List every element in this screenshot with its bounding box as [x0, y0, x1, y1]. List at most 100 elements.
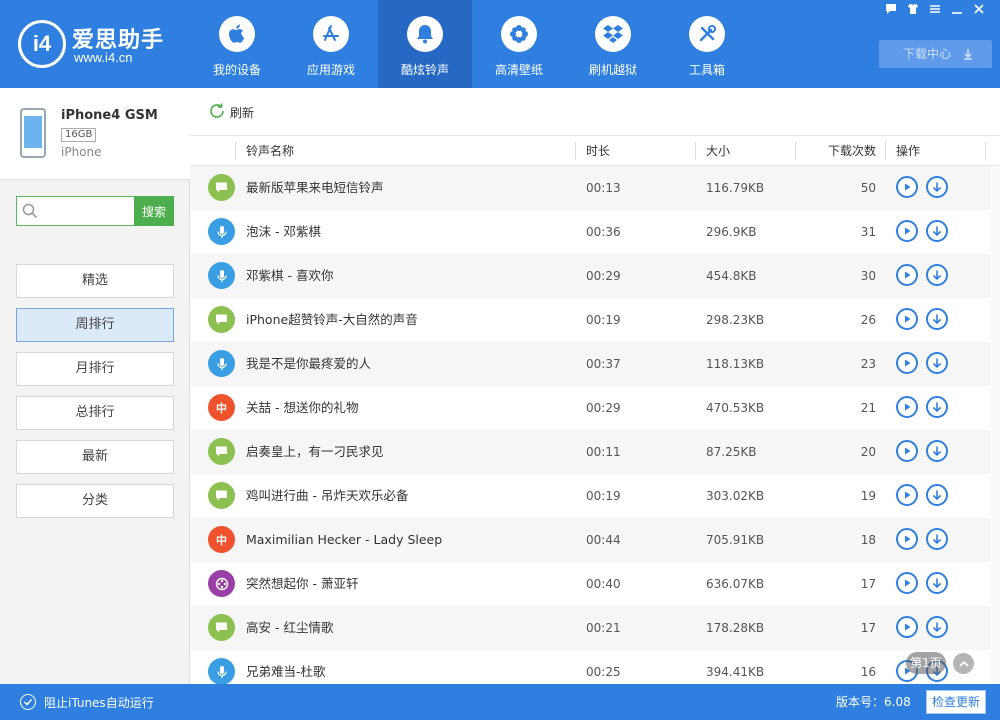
logo-mark: i4 — [18, 20, 66, 68]
ringtone-row[interactable]: 最新版苹果来电短信铃声 00:13 116.79KB 50 — [190, 166, 990, 210]
ringtone-row[interactable]: 中 Maximilian Hecker - Lady Sleep 00:44 705.… — [190, 518, 990, 562]
ringtone-row[interactable]: 邓紫棋 - 喜欢你 00:29 454.8KB 30 — [190, 254, 990, 298]
feedback-icon[interactable] — [882, 2, 900, 20]
minimize-icon[interactable] — [948, 2, 966, 20]
category-weekly[interactable]: 周排行 — [16, 308, 174, 342]
phone-icon — [20, 108, 46, 158]
play-icon — [905, 183, 911, 191]
nav-my-device[interactable]: 我的设备 — [190, 0, 284, 88]
column-actions: 操作 — [896, 144, 921, 158]
ringtone-size: 705.91KB — [706, 533, 765, 547]
sidebar: iPhone4 GSM 16GB iPhone 搜索 精选 周排行 月排行 总排… — [0, 88, 190, 684]
ringtone-downloads: 50 — [860, 181, 876, 195]
ringtone-downloads: 17 — [860, 577, 876, 591]
play-button[interactable] — [896, 528, 918, 550]
nav-toolbox[interactable]: 工具箱 — [660, 0, 754, 88]
ringtone-row[interactable]: 启奏皇上，有一刁民求见 00:11 87.25KB 20 — [190, 430, 990, 474]
download-button[interactable] — [926, 264, 948, 286]
ringtone-name: iPhone超赞铃声-大自然的声音 — [246, 312, 418, 327]
download-button[interactable] — [926, 616, 948, 638]
play-icon — [905, 227, 911, 235]
download-button[interactable] — [926, 308, 948, 330]
column-size[interactable]: 大小 — [706, 136, 730, 166]
scrollbar[interactable] — [990, 166, 1000, 684]
ringtone-duration: 00:36 — [586, 225, 621, 239]
ringtone-name: 泡沫 - 邓紫棋 — [246, 224, 321, 239]
device-capacity-badge: 16GB — [61, 128, 97, 142]
play-button[interactable] — [896, 440, 918, 462]
ringtone-downloads: 20 — [860, 445, 876, 459]
category-featured[interactable]: 精选 — [16, 264, 174, 298]
nav-label: 高清壁纸 — [494, 63, 543, 77]
download-button[interactable] — [926, 440, 948, 462]
nav-wallpapers[interactable]: 高清壁纸 — [472, 0, 566, 88]
play-button[interactable] — [896, 396, 918, 418]
apple-icon — [219, 16, 255, 52]
dropbox-icon — [595, 16, 631, 52]
download-button[interactable] — [926, 220, 948, 242]
nav-label: 工具箱 — [688, 63, 725, 77]
refresh-button[interactable]: 刷新 — [208, 102, 254, 123]
play-button[interactable] — [896, 484, 918, 506]
ringtone-size: 394.41KB — [706, 665, 765, 679]
play-button[interactable] — [896, 308, 918, 330]
refresh-label: 刷新 — [230, 106, 255, 120]
column-name[interactable]: 铃声名称 — [246, 136, 294, 166]
ringtone-duration: 00:11 — [586, 445, 621, 459]
download-button[interactable] — [926, 396, 948, 418]
skin-icon[interactable] — [904, 2, 922, 20]
ringtone-row[interactable]: iPhone超赞铃声-大自然的声音 00:19 298.23KB 26 — [190, 298, 990, 342]
column-duration[interactable]: 时长 — [586, 136, 610, 166]
play-button[interactable] — [896, 572, 918, 594]
download-center-button[interactable]: 下载中心 — [879, 40, 992, 68]
chevron-up-icon — [958, 660, 969, 667]
ringtone-downloads: 19 — [860, 489, 876, 503]
check-update-button[interactable]: 检查更新 — [926, 690, 986, 714]
play-icon — [905, 447, 911, 455]
ringtone-row[interactable]: 我是不是你最疼爱的人 00:37 118.13KB 23 — [190, 342, 990, 386]
device-model: iPhone — [61, 145, 102, 159]
ringtone-row[interactable]: 兄弟难当-杜歌 00:25 394.41KB 16 — [190, 650, 990, 684]
ringtone-duration: 00:19 — [586, 489, 621, 503]
download-button[interactable] — [926, 176, 948, 198]
download-button[interactable] — [926, 352, 948, 374]
nav-flash-jailbreak[interactable]: 刷机越狱 — [566, 0, 660, 88]
play-icon — [905, 491, 911, 499]
play-icon — [905, 623, 911, 631]
ringtone-size: 298.23KB — [706, 313, 765, 327]
nav-apps-games[interactable]: 应用游戏 — [284, 0, 378, 88]
category-monthly[interactable]: 月排行 — [16, 352, 174, 386]
menu-icon[interactable] — [926, 2, 944, 20]
category-all-time[interactable]: 总排行 — [16, 396, 174, 430]
scroll-to-top-button[interactable] — [953, 653, 974, 674]
play-button[interactable] — [896, 616, 918, 638]
play-button[interactable] — [896, 264, 918, 286]
category-newest[interactable]: 最新 — [16, 440, 174, 474]
device-name: iPhone4 GSM — [61, 108, 158, 123]
check-circle-icon — [20, 694, 36, 710]
nav-ringtones[interactable]: 酷炫铃声 — [378, 0, 472, 88]
ringtone-name: 高安 - 红尘情歌 — [246, 620, 334, 635]
download-button[interactable] — [926, 528, 948, 550]
download-arrow-icon — [932, 358, 942, 369]
block-itunes-toggle[interactable]: 阻止iTunes自动运行 — [20, 684, 154, 720]
category-classify[interactable]: 分类 — [16, 484, 174, 518]
play-button[interactable] — [896, 220, 918, 242]
download-button[interactable] — [926, 484, 948, 506]
ringtone-row[interactable]: 泡沫 - 邓紫棋 00:36 296.9KB 31 — [190, 210, 990, 254]
download-button[interactable] — [926, 572, 948, 594]
ringtone-duration: 00:25 — [586, 665, 621, 679]
column-downloads[interactable]: 下载次数 — [806, 136, 876, 166]
play-icon — [905, 535, 911, 543]
close-icon[interactable] — [970, 2, 988, 20]
search-button[interactable]: 搜索 — [134, 196, 174, 226]
ringtone-downloads: 31 — [860, 225, 876, 239]
refresh-icon — [208, 102, 226, 123]
ringtone-row[interactable]: 突然想起你 - 萧亚轩 00:40 636.07KB 17 — [190, 562, 990, 606]
play-button[interactable] — [896, 352, 918, 374]
ringtone-row[interactable]: 高安 - 红尘情歌 00:21 178.28KB 17 — [190, 606, 990, 650]
ringtone-row[interactable]: 鸡叫进行曲 - 吊炸天欢乐必备 00:19 303.02KB 19 — [190, 474, 990, 518]
play-icon — [905, 579, 911, 587]
ringtone-row[interactable]: 中关喆 - 想送你的礼物 00:29 470.53KB 21 — [190, 386, 990, 430]
play-button[interactable] — [896, 176, 918, 198]
